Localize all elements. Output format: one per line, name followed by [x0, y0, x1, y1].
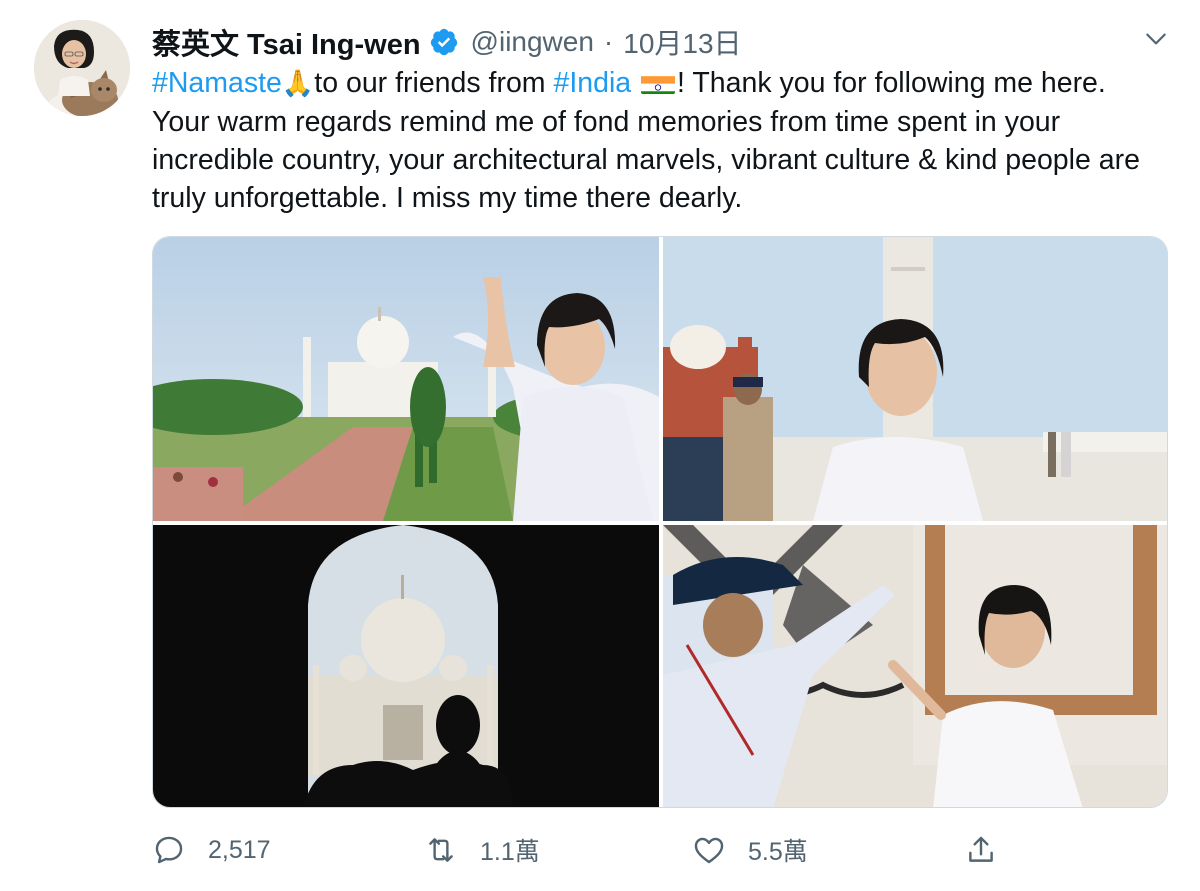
photo-image — [663, 525, 1167, 807]
separator-dot: · — [603, 26, 614, 57]
tweet-actions: 2,517 1.1萬 5.5萬 — [152, 826, 1168, 874]
retweet-button[interactable]: 1.1萬 — [424, 826, 540, 874]
tweet-date[interactable]: 10月13日 — [623, 22, 741, 62]
hashtag-namaste[interactable]: #Namaste — [152, 67, 282, 99]
like-button[interactable]: 5.5萬 — [692, 826, 808, 874]
photo-taj-mahal-pose[interactable] — [153, 237, 659, 521]
user-handle[interactable]: @iingwen — [471, 26, 594, 58]
tweet-header: 蔡英文 Tsai Ing-wen @iingwen · 10月13日 — [152, 22, 1142, 62]
more-options-button[interactable] — [1139, 22, 1173, 56]
india-flag-icon — [641, 71, 676, 94]
reply-icon — [155, 836, 183, 864]
tweet-card: 蔡英文 Tsai Ing-wen @iingwen · 10月13日 #Nama… — [0, 0, 1200, 891]
verified-badge-icon — [429, 27, 459, 57]
hashtag-india[interactable]: #India — [553, 67, 631, 99]
media-grid — [152, 236, 1168, 808]
photo-image — [153, 237, 659, 521]
tweet-text-part-1: to our friends from — [314, 67, 554, 99]
display-name[interactable]: 蔡英文 Tsai Ing-wen — [152, 21, 421, 63]
reply-button[interactable]: 2,517 — [152, 826, 271, 874]
profile-photo-icon — [34, 20, 130, 116]
tweet-text: #Namaste🙏to our friends from #India ! Th… — [152, 64, 1162, 217]
retweet-icon — [429, 838, 453, 862]
photo-image — [153, 525, 659, 807]
retweet-count: 1.1萬 — [480, 838, 540, 866]
avatar[interactable] — [34, 20, 130, 116]
folded-hands-emoji: 🙏 — [281, 69, 315, 99]
photo-image — [663, 237, 1167, 521]
share-button[interactable] — [964, 826, 1020, 874]
like-count: 5.5萬 — [748, 838, 808, 866]
heart-icon — [694, 837, 724, 864]
chevron-down-icon — [1146, 33, 1166, 45]
photo-taj-mahal-arch-silhouette[interactable] — [153, 525, 659, 807]
photo-taj-mahal-courtyard[interactable] — [663, 237, 1167, 521]
photo-marble-inlay-wall[interactable] — [663, 525, 1167, 807]
reply-count: 2,517 — [208, 835, 271, 864]
share-icon — [969, 836, 993, 862]
